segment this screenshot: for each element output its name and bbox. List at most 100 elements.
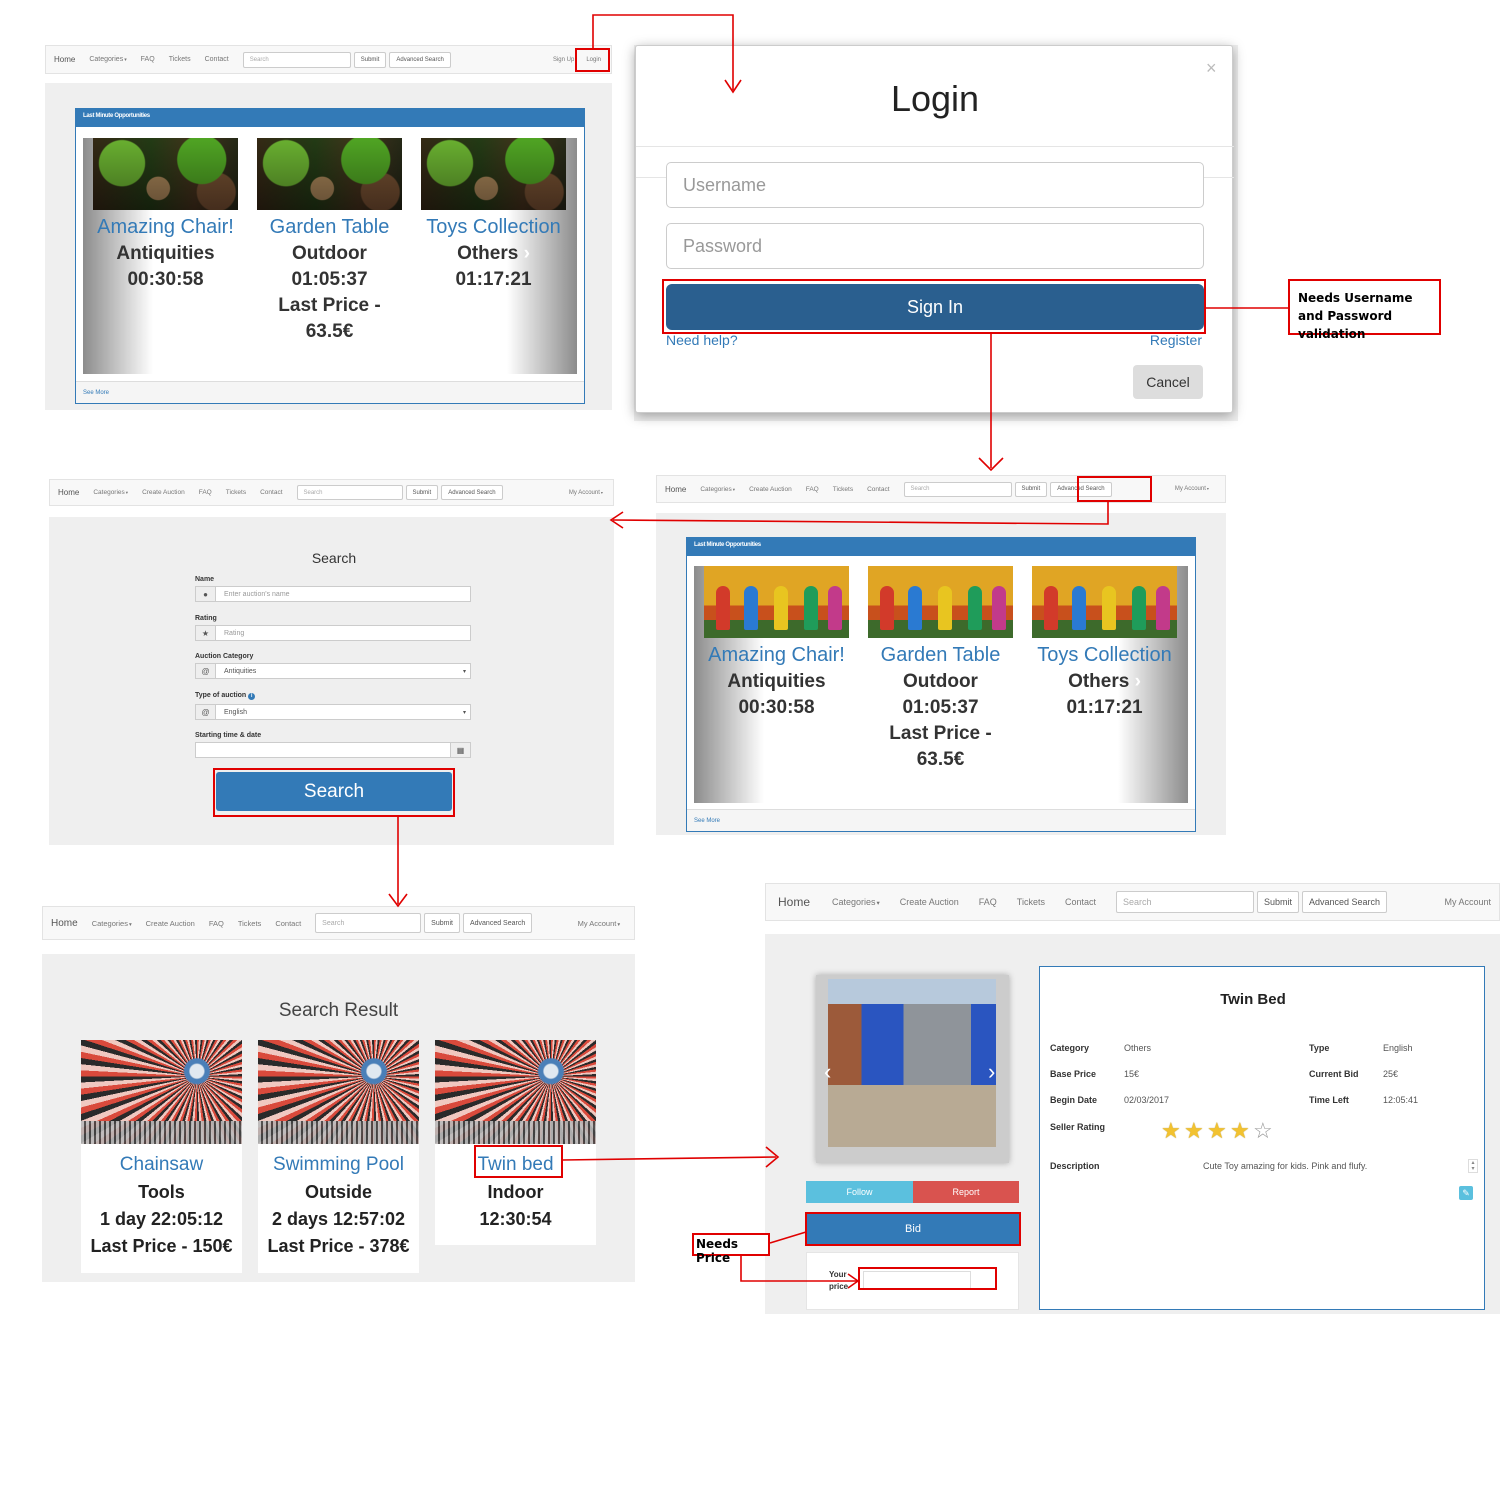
- nav-advanced-search-button[interactable]: Advanced Search: [389, 51, 451, 68]
- nav-submit-button[interactable]: Submit: [1256, 891, 1299, 913]
- nav-search-input[interactable]: Search: [296, 485, 403, 500]
- item-image: [81, 1040, 242, 1144]
- nav-faq-link[interactable]: FAQ: [199, 489, 212, 496]
- nav-advanced-search-button[interactable]: Advanced Search: [462, 913, 533, 933]
- opportunity-item[interactable]: Toys Collection Others › 01:17:21: [421, 138, 566, 291]
- nav-contact-link[interactable]: Contact: [1065, 897, 1096, 907]
- nav-search-input[interactable]: Search: [1115, 891, 1254, 913]
- item-name[interactable]: Amazing Chair!: [93, 216, 238, 239]
- nav-my-account-label: My Account: [1174, 486, 1206, 492]
- chevron-right-icon[interactable]: ›: [524, 243, 530, 264]
- result-card[interactable]: Chainsaw Tools 1 day 22:05:12 Last Price…: [81, 1040, 242, 1273]
- nav-faq-link[interactable]: FAQ: [806, 486, 819, 493]
- nav-home-link[interactable]: Home: [54, 55, 75, 64]
- opportunity-item[interactable]: Garden Table Outdoor 01:05:37 Last Price…: [868, 566, 1013, 771]
- result-card[interactable]: Swimming Pool Outside 2 days 12:57:02 La…: [258, 1040, 419, 1273]
- see-more-link[interactable]: See More: [76, 381, 584, 403]
- item-name[interactable]: Garden Table: [868, 644, 1013, 667]
- nav-categories-label: Categories: [93, 489, 125, 496]
- nav-faq-link[interactable]: FAQ: [141, 56, 155, 63]
- login-modal: × Login Username Password Sign In Need h…: [635, 45, 1234, 413]
- nav-contact-link[interactable]: Contact: [867, 486, 889, 493]
- report-button[interactable]: Report: [913, 1181, 1019, 1203]
- calendar-icon[interactable]: ▦: [450, 743, 470, 757]
- nav-home-link[interactable]: Home: [51, 918, 78, 929]
- nav-contact-link[interactable]: Contact: [205, 56, 229, 63]
- result-card[interactable]: Twin bed Indoor 12:30:54: [435, 1040, 596, 1245]
- item-name[interactable]: Amazing Chair!: [704, 644, 849, 667]
- nav-my-account-dropdown[interactable]: My Account▾: [578, 919, 620, 928]
- category-select[interactable]: @ Antiquities ▾: [195, 663, 471, 679]
- nav-tickets-link[interactable]: Tickets: [238, 919, 261, 928]
- info-icon[interactable]: i: [248, 693, 256, 700]
- nav-tickets-link[interactable]: Tickets: [226, 489, 246, 496]
- item-name[interactable]: Chainsaw: [81, 1154, 242, 1176]
- nav-submit-button[interactable]: Submit: [1014, 481, 1048, 497]
- begin-date-label: Begin Date: [1050, 1095, 1098, 1105]
- item-name[interactable]: Toys Collection: [421, 216, 566, 239]
- twin-bed-highlight: [474, 1145, 563, 1178]
- opportunity-item[interactable]: Toys Collection Others › 01:17:21: [1032, 566, 1177, 719]
- nav-my-account-dropdown[interactable]: My Account▾: [1175, 486, 1209, 492]
- close-icon[interactable]: ×: [1206, 58, 1217, 79]
- nav-create-auction-link[interactable]: Create Auction: [749, 486, 792, 493]
- nav-categories-dropdown[interactable]: Categories▾: [93, 489, 128, 496]
- nav-advanced-search-button[interactable]: Advanced Search: [1302, 891, 1388, 913]
- nav-create-auction-link[interactable]: Create Auction: [146, 919, 195, 928]
- need-help-link[interactable]: Need help?: [666, 332, 738, 348]
- your-price-label: Your price: [829, 1269, 848, 1293]
- nav-faq-link[interactable]: FAQ: [209, 919, 224, 928]
- see-more-link[interactable]: See More: [687, 809, 1195, 831]
- username-input[interactable]: Username: [666, 162, 1204, 208]
- opportunity-item[interactable]: Amazing Chair! Antiquities 00:30:58: [93, 138, 238, 291]
- nav-tickets-link[interactable]: Tickets: [1017, 897, 1045, 907]
- nav-search-input[interactable]: Search: [315, 913, 422, 933]
- nav-my-account-label[interactable]: My Account: [1444, 897, 1491, 907]
- at-icon: @: [196, 705, 216, 719]
- follow-button[interactable]: Follow: [806, 1181, 913, 1203]
- nav-advanced-search-button[interactable]: Advanced Search: [441, 485, 503, 500]
- register-link[interactable]: Register: [1150, 332, 1202, 348]
- nav-categories-dropdown[interactable]: Categories▾: [92, 919, 132, 928]
- chevron-right-icon[interactable]: ›: [1135, 671, 1141, 692]
- nav-submit-button[interactable]: Submit: [353, 51, 387, 68]
- opportunity-item[interactable]: Garden Table Outdoor 01:05:37 Last Price…: [257, 138, 402, 343]
- chevron-right-icon[interactable]: ›: [988, 1059, 995, 1085]
- edit-icon[interactable]: ✎: [1459, 1186, 1473, 1200]
- nav-search-input[interactable]: Search: [903, 481, 1012, 497]
- item-category: Antiquities: [727, 671, 826, 692]
- nav-my-account-dropdown[interactable]: My Account▾: [569, 490, 603, 496]
- nav-submit-button[interactable]: Submit: [405, 485, 439, 500]
- type-select[interactable]: @ English ▾: [195, 704, 471, 720]
- nav-signup-link[interactable]: Sign Up: [553, 57, 574, 63]
- nav-home-link[interactable]: Home: [778, 895, 810, 909]
- nav-contact-link[interactable]: Contact: [260, 489, 282, 496]
- item-name[interactable]: Swimming Pool: [258, 1154, 419, 1176]
- nav-search-input[interactable]: Search: [242, 51, 351, 68]
- nav-categories-dropdown[interactable]: Categories▾: [89, 56, 126, 63]
- nav-tickets-link[interactable]: Tickets: [833, 486, 853, 493]
- nav-submit-button[interactable]: Submit: [424, 913, 460, 933]
- nav-categories-dropdown[interactable]: Categories▾: [700, 486, 735, 493]
- nav-home-link[interactable]: Home: [665, 485, 686, 494]
- scroll-spinner-icon[interactable]: ▴ ▾: [1468, 1159, 1478, 1173]
- cancel-button[interactable]: Cancel: [1133, 365, 1203, 399]
- opportunity-item[interactable]: Amazing Chair! Antiquities 00:30:58: [704, 566, 849, 719]
- name-input[interactable]: ● Enter auction's name: [195, 586, 471, 602]
- nav-tickets-link[interactable]: Tickets: [169, 56, 191, 63]
- password-input[interactable]: Password: [666, 223, 1204, 269]
- nav-faq-link[interactable]: FAQ: [979, 897, 997, 907]
- item-image: [93, 138, 238, 210]
- caret-down-icon: ▾: [125, 490, 129, 495]
- chevron-left-icon[interactable]: ‹: [824, 1059, 831, 1085]
- rating-input[interactable]: ★ Rating: [195, 625, 471, 641]
- nav-search-placeholder: Search: [249, 56, 269, 63]
- nav-home-link[interactable]: Home: [58, 488, 79, 497]
- item-name[interactable]: Toys Collection: [1032, 644, 1177, 667]
- nav-create-auction-link[interactable]: Create Auction: [900, 897, 959, 907]
- date-input[interactable]: ▦: [195, 742, 471, 758]
- nav-create-auction-link[interactable]: Create Auction: [142, 489, 185, 496]
- item-name[interactable]: Garden Table: [257, 216, 402, 239]
- nav-categories-dropdown[interactable]: Categories▾: [832, 897, 880, 907]
- nav-contact-link[interactable]: Contact: [275, 919, 301, 928]
